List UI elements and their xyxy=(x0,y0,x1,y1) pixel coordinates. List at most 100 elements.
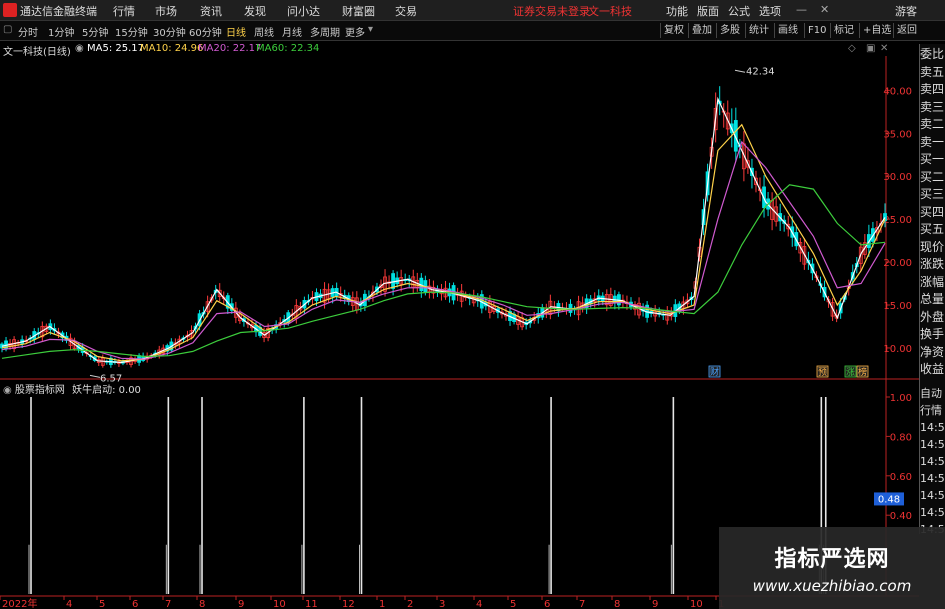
period-tab-30min[interactable]: 30分钟 xyxy=(153,24,186,39)
chevron-down-icon[interactable]: ▾ xyxy=(368,24,373,35)
date-tick-label: 11 xyxy=(305,599,318,609)
candle-body xyxy=(733,120,738,152)
high-marker-line xyxy=(734,69,746,73)
toolbar-button-f10[interactable]: F10 xyxy=(804,23,829,38)
menu-item-wealth[interactable]: 财富圈 xyxy=(342,3,375,19)
tick-panel-item: 自动 xyxy=(920,387,942,400)
toolbar-button-adjust[interactable]: 复权 xyxy=(660,23,687,38)
side-panel-item: 买五 xyxy=(920,222,945,236)
stock-label: 文一科技(日线) xyxy=(3,47,71,58)
period-tab-1min[interactable]: 1分钟 xyxy=(48,24,74,39)
date-tick-label: 4 xyxy=(66,599,72,609)
ma60-label: MA60: 22.34 xyxy=(256,43,320,54)
guest-label[interactable]: 游客 xyxy=(895,3,917,19)
side-panel-item: 涨幅 xyxy=(920,274,945,289)
period-tab-15min[interactable]: 15分钟 xyxy=(115,24,148,39)
indicator-settings-icon[interactable]: ◉ xyxy=(3,385,12,396)
menu-item-options[interactable]: 选项 xyxy=(759,3,781,19)
period-tab-multi[interactable]: 多周期 xyxy=(310,24,340,39)
candle-body xyxy=(266,327,271,339)
indicator-value-label: 0.48 xyxy=(878,494,900,505)
candle-body xyxy=(826,299,831,303)
toolbar-button-add-watch[interactable]: +自选 xyxy=(859,23,894,38)
candle-body xyxy=(637,302,641,316)
candle-body xyxy=(294,305,299,319)
candle-body xyxy=(68,337,73,346)
close-pane-icon[interactable]: ✕ xyxy=(880,43,888,54)
side-panel-item: 买一 xyxy=(920,152,945,166)
toolbar-button-draw[interactable]: 画线 xyxy=(774,23,801,38)
candle-body xyxy=(754,177,758,186)
chart-settings-icon[interactable]: ◇ xyxy=(848,43,856,54)
candle-body xyxy=(407,278,412,282)
date-tick-label: 9 xyxy=(238,599,244,609)
minimize-icon[interactable]: — xyxy=(796,3,807,16)
menu-item-news[interactable]: 资讯 xyxy=(200,3,222,19)
menu-item-layout[interactable]: 版面 xyxy=(697,3,719,19)
candle-body xyxy=(322,288,327,303)
candle-body xyxy=(524,321,529,326)
candle-body xyxy=(201,312,206,315)
close-icon[interactable]: ✕ xyxy=(820,3,829,16)
menu-item-market[interactable]: 市场 xyxy=(155,3,177,19)
toolbar-button-mark[interactable]: 标记 xyxy=(830,23,857,38)
candle-body xyxy=(0,343,4,349)
date-tick-label: 7 xyxy=(579,599,585,609)
period-tab-60min[interactable]: 60分钟 xyxy=(189,24,222,39)
period-tab-more[interactable]: 更多 xyxy=(345,24,365,39)
period-tab-monthly[interactable]: 月线 xyxy=(282,24,302,39)
period-tab-intraday[interactable]: 分时 xyxy=(18,24,38,39)
toolbar-menu-icon[interactable]: ▢ xyxy=(3,24,12,35)
candle-body xyxy=(850,272,855,280)
toolbar-button-stats[interactable]: 统计 xyxy=(745,23,772,38)
toolbar-button-overlay[interactable]: 叠加 xyxy=(688,23,715,38)
candle-body xyxy=(153,352,158,356)
candle-body xyxy=(661,313,666,316)
candle-body xyxy=(475,299,480,302)
candle-body xyxy=(717,100,722,105)
candle-body xyxy=(858,246,863,264)
tick-side-panel: 自动行情14:514:514:514:514:514:514:5 xyxy=(919,384,945,536)
expand-icon[interactable]: ▣ xyxy=(866,43,875,54)
candle-body xyxy=(334,287,339,297)
candle-body xyxy=(354,297,359,311)
candle-body xyxy=(528,319,533,324)
price-chart: 40.00 35.00 30.00 25.00 20.00 15.00 10.00 42.3… xyxy=(0,56,919,609)
toolbar-button-multi[interactable]: 多股 xyxy=(716,23,743,38)
menu-item-function[interactable]: 功能 xyxy=(666,3,688,19)
candle-body xyxy=(270,328,275,331)
candle-body xyxy=(419,277,424,292)
candle-body xyxy=(866,234,871,249)
menu-item-ask[interactable]: 问小达 xyxy=(287,3,320,19)
candle-body xyxy=(129,357,133,365)
candle-body xyxy=(512,313,516,323)
login-notice[interactable]: 证券交易未登录 xyxy=(513,3,590,19)
menu-item-trade[interactable]: 交易 xyxy=(395,3,417,19)
period-tab-5min[interactable]: 5分钟 xyxy=(82,24,108,39)
menu-item-discover[interactable]: 发现 xyxy=(244,3,266,19)
candle-body xyxy=(701,209,706,226)
candle-body xyxy=(274,324,279,329)
settings-dot-icon[interactable]: ◉ xyxy=(75,43,84,54)
candle-body xyxy=(326,289,331,300)
candle-body xyxy=(746,160,750,168)
candle-body xyxy=(358,301,363,307)
candle-body xyxy=(625,301,629,304)
menu-item-quotes[interactable]: 行情 xyxy=(113,3,135,19)
candle-body xyxy=(141,355,146,361)
candle-body xyxy=(653,310,658,317)
menu-item-formula[interactable]: 公式 xyxy=(728,3,750,19)
toolbar-button-back[interactable]: 返回 xyxy=(893,23,920,38)
candle-body xyxy=(387,281,391,284)
period-tab-daily[interactable]: 日线 xyxy=(226,24,246,39)
candle-body xyxy=(810,263,815,274)
event-marker-box xyxy=(856,365,869,378)
indicator-tick-label: 1.00 xyxy=(890,393,912,404)
candle-body xyxy=(782,219,787,224)
ma-info-bar: 文一科技(日线) ◉ MA5: 25.17 MA10: 24.96 MA20: … xyxy=(0,41,888,58)
period-tab-weekly[interactable]: 周线 xyxy=(254,24,274,39)
candle-body xyxy=(568,303,573,313)
candle-body xyxy=(705,171,710,196)
side-panel-item: 涨跌 xyxy=(920,257,945,271)
candle-body xyxy=(161,347,166,354)
